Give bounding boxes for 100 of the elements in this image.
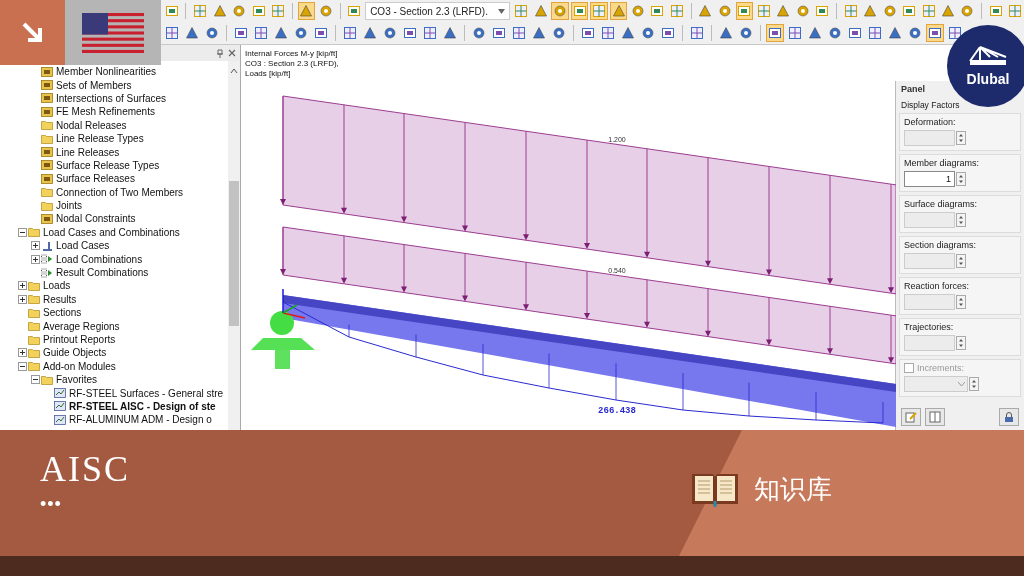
tree-item[interactable]: Add-on Modules bbox=[0, 359, 228, 373]
tree-item[interactable]: Load Combinations bbox=[0, 252, 228, 266]
spinner-icon[interactable] bbox=[956, 336, 966, 350]
circle-icon bbox=[641, 26, 655, 40]
object-icon bbox=[41, 147, 53, 158]
expand-icon[interactable] bbox=[17, 294, 27, 304]
tree-item[interactable]: Loads bbox=[0, 279, 228, 293]
circle-icon bbox=[717, 4, 732, 18]
tree-item[interactable]: Member Nonlinearities bbox=[0, 65, 228, 79]
square-icon bbox=[492, 26, 506, 40]
expand-icon[interactable] bbox=[30, 254, 40, 264]
caret-icon bbox=[958, 381, 965, 387]
spinner-icon[interactable] bbox=[956, 295, 966, 309]
tree-item[interactable]: Line Releases bbox=[0, 145, 228, 159]
lock-button[interactable] bbox=[999, 408, 1019, 426]
triangle-icon bbox=[533, 4, 548, 18]
tree-item[interactable]: Connection of Two Members bbox=[0, 185, 228, 199]
object-icon bbox=[41, 93, 53, 104]
toolbar-button[interactable] bbox=[619, 24, 637, 42]
spinner-icon[interactable] bbox=[969, 377, 979, 391]
tree-item[interactable]: RF-ALUMINUM ADM - Design o bbox=[0, 413, 228, 427]
square-icon bbox=[251, 4, 266, 18]
tree-item[interactable]: Guide Objects bbox=[0, 346, 228, 360]
load-combination-dropdown[interactable]: CO3 - Section 2.3 (LRFD). bbox=[365, 2, 511, 20]
expand-icon[interactable] bbox=[17, 281, 27, 291]
edit-button[interactable] bbox=[901, 408, 921, 426]
tree-item[interactable]: Printout Reports bbox=[0, 332, 228, 347]
spinner-icon[interactable] bbox=[956, 172, 966, 186]
tree-item[interactable]: Load Cases bbox=[0, 239, 228, 253]
tree-item[interactable]: Result Combinations bbox=[0, 265, 228, 280]
close-icon[interactable] bbox=[228, 49, 236, 57]
field-label: Reaction forces: bbox=[904, 281, 970, 291]
triangle-icon bbox=[274, 26, 288, 40]
tree-item[interactable]: Nodal Releases bbox=[0, 118, 228, 132]
circle-icon bbox=[232, 4, 247, 18]
tree-item[interactable]: Average Regions bbox=[0, 319, 228, 333]
square-icon bbox=[768, 26, 782, 40]
triangle-icon bbox=[888, 26, 902, 40]
tree-item[interactable]: RF-STEEL AISC - Design of ste bbox=[0, 399, 228, 414]
expand-icon[interactable] bbox=[17, 348, 27, 358]
square-icon bbox=[581, 26, 595, 40]
tree-item[interactable]: Joints bbox=[0, 198, 228, 213]
tree-item[interactable]: Load Cases and Combinations bbox=[0, 225, 228, 240]
tree-item[interactable]: Sections bbox=[0, 306, 228, 320]
scrollbar[interactable] bbox=[228, 61, 240, 431]
pin-icon[interactable] bbox=[216, 48, 224, 58]
folder-icon bbox=[28, 227, 40, 238]
tree-item[interactable]: Intersections of Surfaces bbox=[0, 91, 228, 106]
spin-field[interactable]: 1 bbox=[904, 171, 955, 187]
expand-icon[interactable] bbox=[30, 241, 40, 251]
toolbar-button[interactable] bbox=[441, 24, 459, 42]
toolbar-button[interactable] bbox=[361, 24, 379, 42]
tree-item[interactable]: Surface Release Types bbox=[0, 158, 228, 173]
object-icon bbox=[41, 80, 53, 91]
grid-icon bbox=[788, 26, 802, 40]
tree-item[interactable]: FE Mesh Refinements bbox=[0, 105, 228, 119]
circle-icon bbox=[960, 4, 975, 18]
spinner-icon[interactable] bbox=[956, 254, 966, 268]
toolbar-button[interactable] bbox=[766, 24, 784, 42]
folder-icon bbox=[41, 374, 53, 385]
field-label: Member diagrams: bbox=[904, 158, 980, 168]
pencil-icon bbox=[905, 411, 917, 423]
tree-item[interactable]: RF-STEEL Surfaces - General stre bbox=[0, 386, 228, 400]
square-icon bbox=[988, 4, 1003, 18]
collapse-icon[interactable] bbox=[17, 227, 27, 237]
triangle-icon bbox=[863, 4, 878, 18]
section-label: Display Factors bbox=[900, 100, 960, 110]
collapse-icon[interactable] bbox=[30, 375, 40, 385]
triangle-icon bbox=[363, 26, 377, 40]
toolbar-button[interactable] bbox=[530, 24, 548, 42]
tree-item[interactable]: Results bbox=[0, 292, 228, 307]
tree-item[interactable]: Surface Releases bbox=[0, 172, 228, 186]
spinner-icon[interactable] bbox=[956, 131, 966, 145]
toolbar-button[interactable] bbox=[926, 24, 944, 42]
grid-icon bbox=[165, 26, 179, 40]
tree-item[interactable]: Favorites bbox=[0, 373, 228, 387]
lock-icon bbox=[1003, 411, 1015, 423]
toolbar-button[interactable] bbox=[806, 24, 824, 42]
toolbar-button[interactable] bbox=[886, 24, 904, 42]
toolbar-button[interactable] bbox=[946, 24, 964, 42]
banner-title: AISC bbox=[40, 448, 131, 490]
toolbar-button[interactable] bbox=[717, 24, 735, 42]
toolbar-button[interactable] bbox=[272, 24, 290, 42]
more-dots[interactable]: ••• bbox=[40, 494, 62, 515]
spinner-icon[interactable] bbox=[956, 213, 966, 227]
circle-icon bbox=[383, 26, 397, 40]
tree-item[interactable]: Nodal Constraints bbox=[0, 212, 228, 226]
tree-item[interactable]: Line Release Types bbox=[0, 131, 228, 146]
field-label: Deformation: bbox=[904, 117, 956, 127]
object-icon bbox=[41, 66, 53, 77]
tree-item[interactable]: Sets of Members bbox=[0, 78, 228, 92]
object-icon bbox=[41, 106, 53, 117]
toolbar-button[interactable] bbox=[183, 24, 201, 42]
columns-button[interactable] bbox=[925, 408, 945, 426]
category-label: 知识库 bbox=[754, 472, 832, 506]
square-icon bbox=[164, 4, 179, 18]
folder-icon bbox=[41, 200, 53, 211]
collapse-icon[interactable] bbox=[17, 361, 27, 371]
folder-icon bbox=[41, 133, 53, 144]
circle-icon bbox=[294, 26, 308, 40]
